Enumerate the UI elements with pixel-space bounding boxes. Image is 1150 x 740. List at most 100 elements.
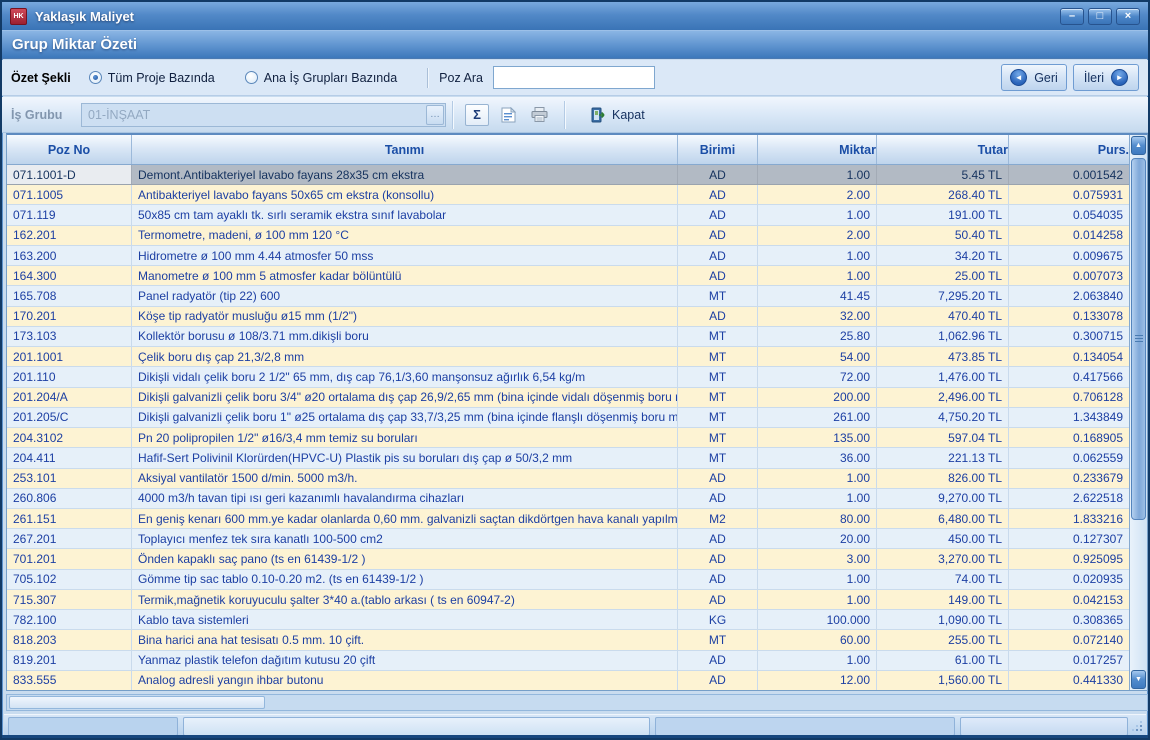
window-bottom-edge	[2, 735, 1148, 738]
table-row[interactable]: 833.555 Analog adresli yangın ihbar buto…	[7, 671, 1129, 690]
cell-birimi: AD	[678, 570, 758, 589]
close-view-button[interactable]: Kapat	[590, 107, 645, 123]
status-panel-1	[8, 717, 178, 736]
cell-poz-no: 701.201	[7, 549, 132, 568]
vertical-scrollbar-thumb[interactable]	[1131, 158, 1146, 520]
resize-grip[interactable]	[1133, 722, 1142, 731]
cell-miktar: 135.00	[758, 428, 877, 447]
radio-all-project[interactable]: Tüm Proje Bazında	[89, 71, 215, 85]
table-row[interactable]: 201.205/C Dikişli galvanizli çelik boru …	[7, 408, 1129, 428]
cell-purs: 1.343849	[1009, 408, 1129, 427]
table-row[interactable]: 071.1005 Antibakteriyel lavabo fayans 50…	[7, 185, 1129, 205]
browse-button: …	[426, 105, 444, 125]
cell-birimi: MT	[678, 286, 758, 305]
cell-birimi: MT	[678, 428, 758, 447]
radio-main-groups[interactable]: Ana İş Grupları Bazında	[245, 71, 397, 85]
col-header-birimi[interactable]: Birimi	[678, 135, 758, 164]
cell-birimi: MT	[678, 630, 758, 649]
scroll-down-button[interactable]: ▼	[1131, 670, 1146, 689]
cell-miktar: 41.45	[758, 286, 877, 305]
cell-purs: 0.009675	[1009, 246, 1129, 265]
cell-poz-no: 201.205/C	[7, 408, 132, 427]
cell-miktar: 2.00	[758, 185, 877, 204]
report-button[interactable]	[496, 104, 520, 126]
table-row[interactable]: 715.307 Termik,mağnetik koruyuculu şalte…	[7, 590, 1129, 610]
close-button[interactable]: ×	[1116, 8, 1140, 25]
table-row[interactable]: 782.100 Kablo tava sistemleri KG 100.000…	[7, 610, 1129, 630]
cell-purs: 0.014258	[1009, 226, 1129, 245]
cell-miktar: 36.00	[758, 448, 877, 467]
table-row[interactable]: 163.200 Hidrometre ø 100 mm 4.44 atmosfe…	[7, 246, 1129, 266]
maximize-button[interactable]: □	[1088, 8, 1112, 25]
cell-birimi: M2	[678, 509, 758, 528]
col-header-tutar[interactable]: Tutar	[877, 135, 1009, 164]
col-header-tanimi[interactable]: Tanımı	[132, 135, 678, 164]
cell-tanimi: Pn 20 polipropilen 1/2" ø16/3,4 mm temiz…	[132, 428, 678, 447]
table-row[interactable]: 204.3102 Pn 20 polipropilen 1/2" ø16/3,4…	[7, 428, 1129, 448]
table-row[interactable]: 253.101 Aksiyal vantilatör 1500 d/min. 5…	[7, 469, 1129, 489]
table-row[interactable]: 071.1001-D Demont.Antibakteriyel lavabo …	[7, 165, 1129, 185]
cell-tanimi: Yanmaz plastik telefon dağıtım kutusu 20…	[132, 651, 678, 670]
table-row[interactable]: 260.806 4000 m3/h tavan tipi ısı geri ka…	[7, 489, 1129, 509]
radio-all-project-label: Tüm Proje Bazında	[108, 71, 215, 85]
sum-button[interactable]: Σ	[465, 104, 489, 126]
cell-tanimi: Dikişli galvanizli çelik boru 3/4" ø20 o…	[132, 388, 678, 407]
cell-poz-no: 164.300	[7, 266, 132, 285]
back-button[interactable]: ◄ Geri	[1001, 64, 1067, 91]
sigma-icon: Σ	[473, 107, 481, 122]
cell-purs: 0.233679	[1009, 469, 1129, 488]
toolbar: Σ	[465, 101, 645, 129]
table-row[interactable]: 705.102 Gömme tip sac tablo 0.10-0.20 m2…	[7, 570, 1129, 590]
cell-tutar: 5.45 TL	[877, 165, 1009, 184]
table-row[interactable]: 819.201 Yanmaz plastik telefon dağıtım k…	[7, 651, 1129, 671]
col-header-poz-no[interactable]: Poz No	[7, 135, 132, 164]
table-row[interactable]: 267.201 Toplayıcı menfez tek sıra kanatl…	[7, 529, 1129, 549]
col-header-purs[interactable]: Purs.	[1009, 135, 1129, 164]
table-row[interactable]: 261.151 En geniş kenarı 600 mm.ye kadar …	[7, 509, 1129, 529]
cell-tanimi: Kollektör borusu ø 108/3.71 mm.dikişli b…	[132, 327, 678, 346]
vertical-scrollbar[interactable]: ▲ ▼	[1129, 135, 1147, 690]
cell-birimi: AD	[678, 469, 758, 488]
cell-tanimi: Panel radyatör (tip 22) 600	[132, 286, 678, 305]
work-group-input	[82, 108, 425, 122]
cell-poz-no: 253.101	[7, 469, 132, 488]
horizontal-scrollbar-thumb[interactable]	[9, 696, 265, 709]
forward-arrow-icon: ►	[1111, 69, 1128, 86]
table-row[interactable]: 201.1001 Çelik boru dış çap 21,3/2,8 mm …	[7, 347, 1129, 367]
table-row[interactable]: 170.201 Köşe tip radyatör musluğu ø15 mm…	[7, 307, 1129, 327]
cell-purs: 2.622518	[1009, 489, 1129, 508]
minimize-button[interactable]: –	[1060, 8, 1084, 25]
table-row[interactable]: 201.110 Dikişli vidalı çelik boru 2 1/2"…	[7, 367, 1129, 387]
horizontal-scrollbar[interactable]	[6, 694, 1148, 711]
scroll-up-button[interactable]: ▲	[1131, 136, 1146, 155]
table-row[interactable]: 165.708 Panel radyatör (tip 22) 600 MT 4…	[7, 286, 1129, 306]
table-row[interactable]: 201.204/A Dikişli galvanizli çelik boru …	[7, 388, 1129, 408]
table-row[interactable]: 173.103 Kollektör borusu ø 108/3.71 mm.d…	[7, 327, 1129, 347]
poz-search-input[interactable]	[493, 66, 655, 89]
app-window: HK Yaklaşık Maliyet – □ × Grup Miktar Öz…	[0, 0, 1150, 740]
table-row[interactable]: 701.201 Önden kapaklı saç pano (ts en 61…	[7, 549, 1129, 569]
close-view-label: Kapat	[612, 108, 645, 122]
cell-tanimi: Toplayıcı menfez tek sıra kanatlı 100-50…	[132, 529, 678, 548]
page-title: Grup Miktar Özeti	[12, 36, 137, 53]
status-panel-4	[960, 717, 1128, 736]
table-row[interactable]: 818.203 Bina harici ana hat tesisatı 0.5…	[7, 630, 1129, 650]
table-row[interactable]: 204.411 Hafif-Sert Polivinil Klorürden(H…	[7, 448, 1129, 468]
cell-tutar: 34.20 TL	[877, 246, 1009, 265]
forward-button[interactable]: İleri ►	[1073, 64, 1139, 91]
chevron-up-icon: ▲	[1135, 142, 1142, 149]
work-group-combo: …	[81, 103, 446, 127]
table-row[interactable]: 162.201 Termometre, madeni, ø 100 mm 120…	[7, 226, 1129, 246]
cell-birimi: AD	[678, 590, 758, 609]
table-row[interactable]: 164.300 Manometre ø 100 mm 5 atmosfer ka…	[7, 266, 1129, 286]
window-controls: – □ ×	[1060, 8, 1140, 25]
cell-tutar: 74.00 TL	[877, 570, 1009, 589]
cell-tutar: 255.00 TL	[877, 630, 1009, 649]
back-arrow-icon: ◄	[1010, 69, 1027, 86]
cell-poz-no: 267.201	[7, 529, 132, 548]
table-row[interactable]: 071.119 50x85 cm tam ayaklı tk. sırlı se…	[7, 205, 1129, 225]
cell-miktar: 32.00	[758, 307, 877, 326]
col-header-miktar[interactable]: Miktar	[758, 135, 877, 164]
cell-tutar: 826.00 TL	[877, 469, 1009, 488]
print-button[interactable]	[527, 104, 551, 126]
